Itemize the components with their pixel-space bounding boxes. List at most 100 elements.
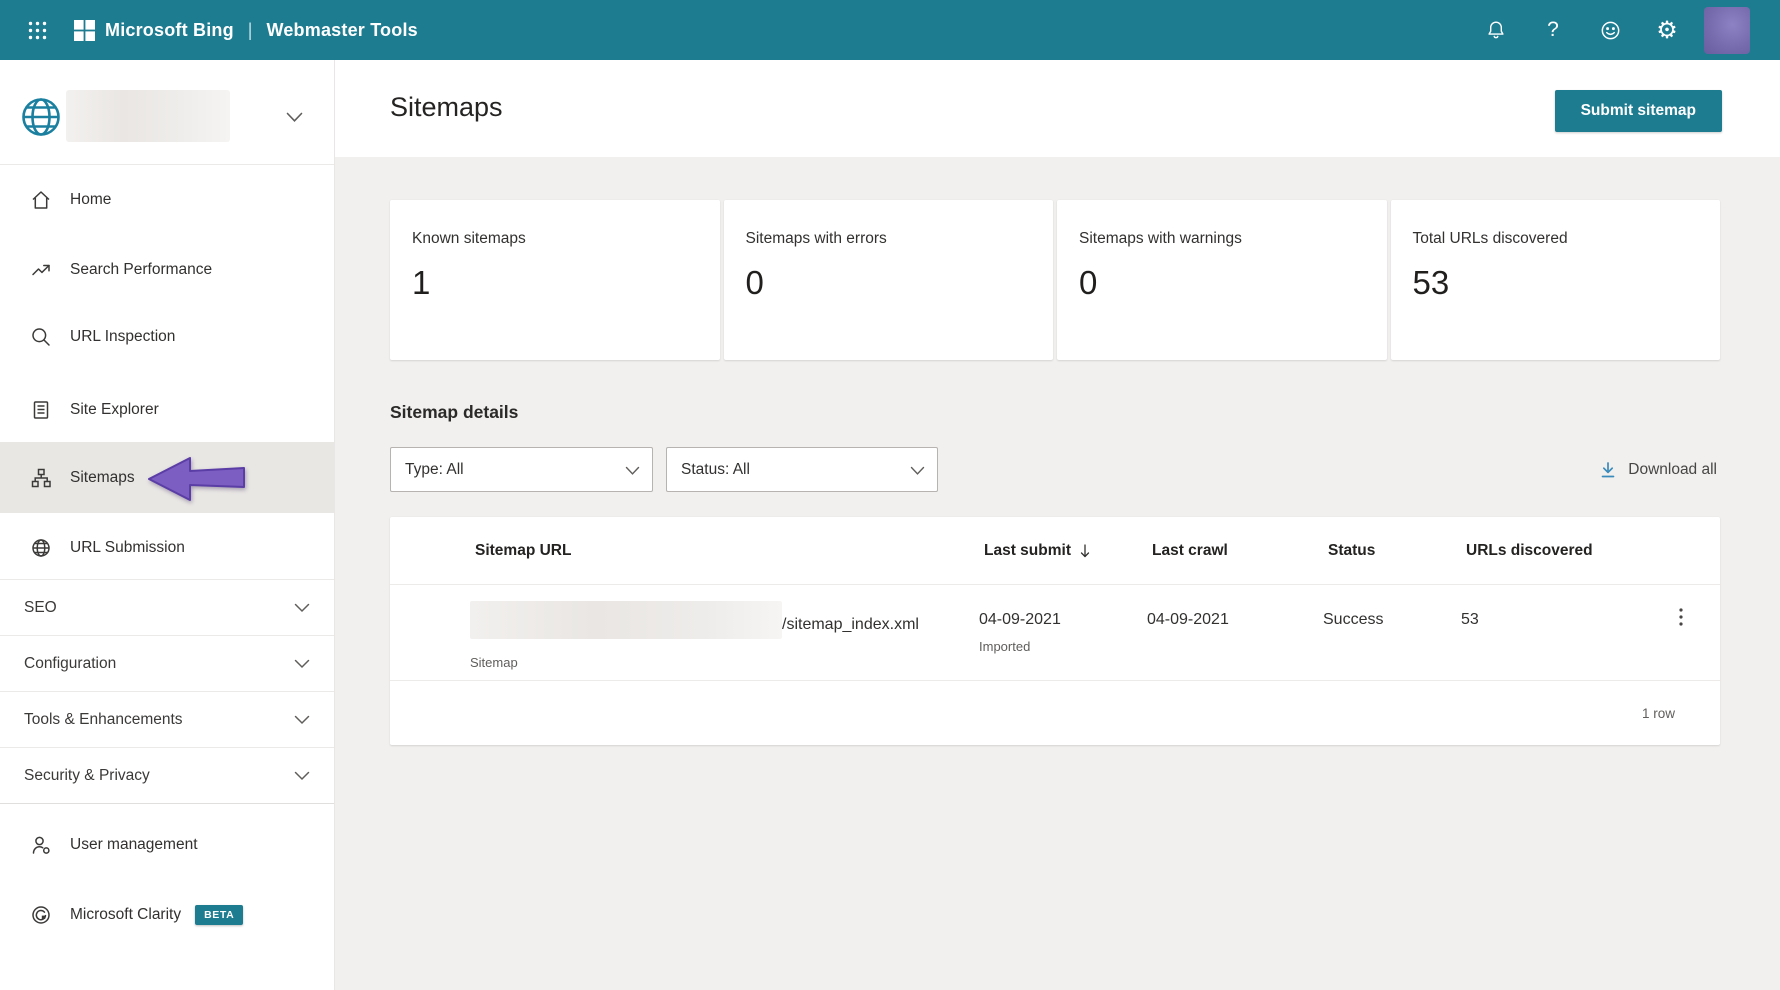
person-icon: [30, 834, 52, 856]
row-menu-kebab-icon[interactable]: [1661, 597, 1701, 637]
stat-label: Known sitemaps: [412, 230, 526, 247]
table-header-row: Sitemap URL Last submit Last crawl Statu…: [390, 517, 1720, 585]
cell-last-submit: 04-09-2021 Imported: [979, 585, 1147, 680]
table-row[interactable]: /sitemap_index.xml Sitemap 04-09-2021 Im…: [390, 585, 1720, 681]
avatar[interactable]: [1704, 6, 1750, 54]
cell-status: Success: [1323, 611, 1384, 628]
stat-card-sitemaps-with-warnings: Sitemaps with warnings 0: [1057, 200, 1387, 360]
sitemap-icon: [30, 467, 52, 489]
section-label: Configuration: [24, 654, 117, 672]
column-header-last-crawl[interactable]: Last crawl: [1152, 542, 1328, 560]
url-suffix: /sitemap_index.xml: [782, 616, 919, 633]
sidebar-item-user-management[interactable]: User management: [0, 817, 334, 873]
document-icon: [30, 399, 52, 421]
cell-sitemap-url: /sitemap_index.xml Sitemap: [470, 585, 979, 680]
microsoft-logo: [74, 19, 95, 41]
chevron-down-icon: [294, 715, 310, 725]
section-label: Tools & Enhancements: [24, 710, 183, 728]
stat-value: 53: [1412, 264, 1450, 301]
stat-card-total-urls-discovered: Total URLs discovered 53: [1390, 200, 1720, 360]
sort-descending-icon: [1079, 543, 1091, 559]
stat-value: 0: [1079, 264, 1098, 301]
download-all-label: Download all: [1628, 460, 1717, 478]
sitemap-type-label: Sitemap: [470, 655, 518, 670]
sidebar-item-url-inspection[interactable]: URL Inspection: [0, 309, 334, 365]
chevron-down-icon: [625, 466, 640, 476]
sidebar: Home Search Performance URL Inspection S…: [0, 60, 335, 990]
sidebar-section-configuration[interactable]: Configuration: [0, 636, 334, 692]
bell-icon[interactable]: [1484, 18, 1508, 42]
filters-row: Type: All Status: All Download all: [390, 447, 1717, 492]
sidebar-item-label: URL Inspection: [70, 328, 176, 345]
sidebar-item-site-explorer[interactable]: Site Explorer: [0, 382, 334, 438]
smiley-icon[interactable]: [1598, 18, 1622, 42]
sitemap-details-heading: Sitemap details: [390, 402, 519, 422]
product-title: Webmaster Tools: [266, 19, 418, 40]
sidebar-section-tools-enhancements[interactable]: Tools & Enhancements: [0, 692, 334, 748]
column-header-status[interactable]: Status: [1328, 542, 1466, 560]
section-label: SEO: [24, 598, 57, 616]
sidebar-section-security-privacy[interactable]: Security & Privacy: [0, 748, 334, 804]
download-all-button[interactable]: Download all: [1599, 461, 1717, 479]
stat-label: Sitemaps with errors: [745, 230, 887, 247]
submit-note: Imported: [979, 639, 1031, 654]
sidebar-item-microsoft-clarity[interactable]: Microsoft Clarity BETA: [0, 887, 334, 943]
chevron-down-icon: [294, 771, 310, 781]
brand-title: Microsoft Bing: [105, 19, 234, 40]
sidebar-item-label: URL Submission: [70, 539, 185, 556]
stat-card-sitemaps-with-errors: Sitemaps with errors 0: [723, 200, 1053, 360]
app-header: Microsoft Bing | Webmaster Tools ? ⚙: [0, 0, 1780, 60]
column-header-last-submit[interactable]: Last submit: [984, 542, 1152, 560]
sidebar-item-label: Search Performance: [70, 261, 213, 278]
sidebar-item-label: User management: [70, 836, 198, 853]
waffle-icon[interactable]: [14, 0, 60, 60]
header-actions: ? ⚙: [1484, 6, 1750, 54]
sidebar-item-search-performance[interactable]: Search Performance: [0, 242, 334, 298]
type-filter-dropdown[interactable]: Type: All: [390, 447, 653, 492]
magnifier-icon: [30, 326, 52, 348]
sidebar-item-label: Home: [70, 191, 112, 208]
cell-urls-discovered: 53: [1461, 611, 1479, 628]
sidebar-item-url-submission[interactable]: URL Submission: [0, 520, 334, 576]
gear-icon[interactable]: ⚙: [1655, 18, 1679, 42]
cell-last-crawl: 04-09-2021: [1147, 611, 1229, 628]
brand-separator: |: [247, 19, 253, 40]
stat-card-known-sitemaps: Known sitemaps 1: [390, 200, 720, 360]
type-filter-value: Type: All: [405, 460, 464, 478]
stat-label: Total URLs discovered: [1412, 230, 1568, 247]
sidebar-sections: SEO Configuration Tools & Enhancements S…: [0, 579, 334, 804]
sidebar-item-label: Microsoft Clarity: [70, 906, 182, 923]
submit-sitemap-button[interactable]: Submit sitemap: [1554, 90, 1722, 132]
home-icon: [30, 189, 52, 211]
status-filter-dropdown[interactable]: Status: All: [666, 447, 938, 492]
sidebar-section-seo[interactable]: SEO: [0, 580, 334, 636]
sidebar-item-label: Sitemaps: [70, 468, 135, 486]
stats-row: Known sitemaps 1 Sitemaps with errors 0 …: [390, 200, 1720, 360]
page-title: Sitemaps: [390, 92, 503, 122]
main-content: Sitemaps Submit sitemap Known sitemaps 1…: [335, 60, 1780, 990]
trend-up-icon: [30, 259, 52, 281]
clarity-icon: [30, 904, 52, 926]
site-selector[interactable]: [0, 60, 334, 164]
page-title-row: Sitemaps Submit sitemap: [335, 60, 1780, 157]
chevron-down-icon: [286, 112, 303, 123]
chevron-down-icon: [294, 659, 310, 669]
column-header-sitemap-url[interactable]: Sitemap URL: [475, 542, 984, 560]
chevron-down-icon: [910, 466, 925, 476]
stat-value: 1: [412, 264, 431, 301]
stat-label: Sitemaps with warnings: [1079, 230, 1242, 247]
sidebar-item-home[interactable]: Home: [0, 172, 334, 228]
site-globe-icon: [20, 96, 62, 138]
status-filter-value: Status: All: [681, 460, 750, 478]
sidebar-item-label: Site Explorer: [70, 401, 159, 418]
table-footer: 1 row: [390, 681, 1720, 745]
section-label: Security & Privacy: [24, 766, 150, 784]
sitemaps-table: Sitemap URL Last submit Last crawl Statu…: [390, 517, 1720, 745]
sidebar-item-sitemaps[interactable]: Sitemaps: [0, 442, 334, 513]
chevron-down-icon: [294, 603, 310, 613]
beta-badge: BETA: [195, 905, 244, 925]
column-header-urls-discovered[interactable]: URLs discovered: [1466, 542, 1666, 560]
question-icon[interactable]: ?: [1541, 18, 1565, 42]
site-name-blurred: [66, 90, 230, 142]
stat-value: 0: [745, 264, 764, 301]
